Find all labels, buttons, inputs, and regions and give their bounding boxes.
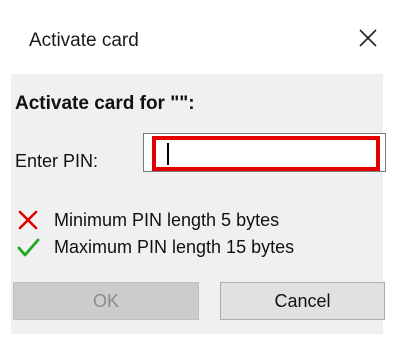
text-caret [167,143,169,165]
cancel-button[interactable]: Cancel [220,282,385,320]
close-icon [359,29,377,47]
dialog-body: Activate card for "": Enter PIN: Minimum… [11,74,386,334]
window-title: Activate card [29,30,139,51]
red-cross-icon [16,208,40,232]
requirement-text: Maximum PIN length 15 bytes [54,236,295,257]
requirement-text: Minimum PIN length 5 bytes [54,209,280,230]
close-button[interactable] [354,24,382,52]
dialog-heading: Activate card for "": [15,93,195,114]
ok-button[interactable]: OK [13,282,199,320]
title-bar: Activate card [0,0,393,74]
requirement-max-length: Maximum PIN length 15 bytes [16,235,294,259]
pin-input[interactable] [152,136,380,171]
requirement-min-length: Minimum PIN length 5 bytes [16,208,279,232]
pin-label: Enter PIN: [15,151,99,171]
green-check-icon [16,235,40,259]
activate-card-dialog: Activate card Activate card for "": Ente… [0,0,393,340]
